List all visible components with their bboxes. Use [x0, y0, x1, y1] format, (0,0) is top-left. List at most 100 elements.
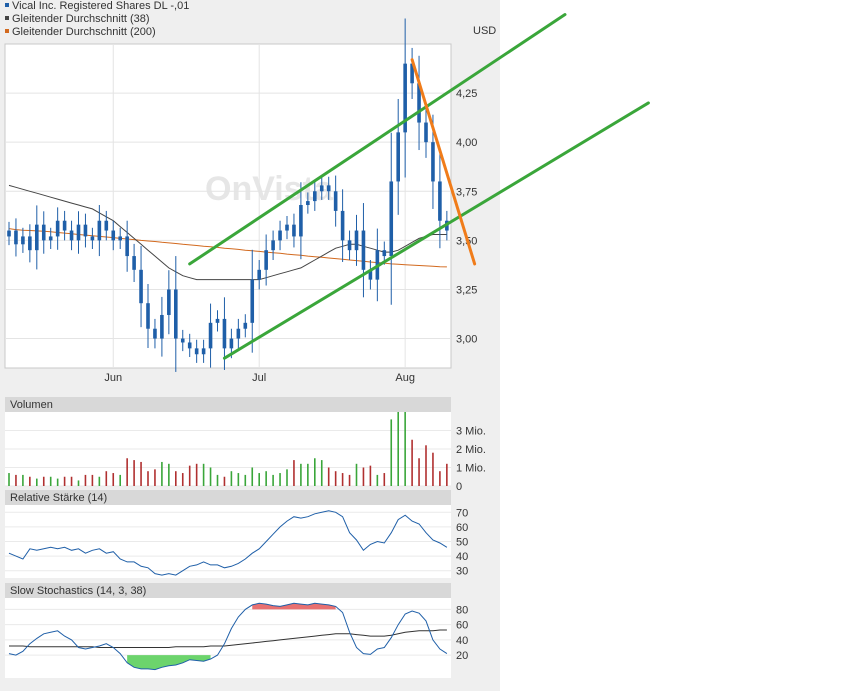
candle-body: [55, 220, 60, 237]
volume-bar: [307, 463, 309, 486]
volume-bar: [15, 474, 17, 486]
candle-body: [153, 328, 157, 339]
volume-bar: [383, 473, 386, 486]
candle-body: [174, 289, 178, 339]
volume-bar: [42, 476, 45, 486]
price-x-tick: Jul: [252, 372, 266, 384]
volume-y-tick: 2 Mio.: [456, 444, 486, 456]
volume-bar: [36, 478, 38, 486]
volume-bar: [22, 474, 24, 486]
candle-body: [396, 132, 400, 182]
candle-body: [326, 185, 331, 192]
candle-body: [62, 220, 67, 231]
stoch-y-tick: 20: [456, 650, 468, 662]
candle-body: [90, 236, 95, 241]
volume-bar: [293, 460, 295, 486]
candle-body: [48, 236, 53, 241]
volume-bar: [70, 476, 73, 486]
volume-bar: [98, 476, 101, 486]
candle-body: [361, 230, 366, 270]
rsi-title: Relative Stärke (14): [10, 492, 107, 504]
volume-bar: [126, 458, 128, 486]
volume-title: Volumen: [10, 399, 53, 411]
candle-body: [125, 236, 129, 257]
volume-y-ticks: 3 Mio. 2 Mio. 1 Mio. 0: [456, 426, 486, 494]
candle-body: [347, 240, 352, 251]
stoch-y-tick: 80: [456, 604, 468, 616]
candle-body: [222, 318, 227, 349]
candle-body: [292, 224, 296, 237]
volume-bar: [195, 463, 198, 486]
volume-bar: [181, 473, 184, 486]
candle-body: [69, 230, 74, 241]
candle-body: [187, 342, 192, 349]
volume-bar: [216, 474, 219, 486]
volume-bar: [439, 471, 441, 486]
candle-body: [250, 279, 255, 323]
currency-label: USD: [473, 25, 496, 37]
candle-body: [201, 348, 206, 355]
price-y-tick: 3,25: [456, 284, 477, 296]
price-y-tick: 4,25: [456, 88, 477, 100]
volume-bar: [237, 473, 240, 486]
volume-bar: [397, 412, 399, 486]
legend-swatch-price: [5, 3, 9, 7]
volume-bar: [230, 471, 233, 486]
volume-bar: [175, 471, 177, 486]
volume-bar: [418, 458, 420, 486]
candle-body: [229, 338, 234, 349]
volume-bar: [279, 473, 281, 486]
candle-body: [7, 230, 11, 237]
volume-bar: [355, 463, 358, 486]
rsi-y-tick: 60: [456, 522, 468, 534]
volume-bar: [119, 474, 121, 486]
chart-stage: Vical Inc. Registered Shares DL -,01 Gle…: [0, 0, 850, 691]
legend-label-ma200: Gleitender Durchschnitt (200): [12, 26, 156, 38]
candle-body: [167, 289, 171, 315]
candle-body: [340, 210, 345, 241]
volume-bar: [334, 471, 337, 486]
candle-body: [431, 142, 435, 182]
volume-bar: [327, 467, 330, 486]
volume-bar: [425, 445, 427, 486]
candle-body: [278, 230, 282, 241]
candle-body: [28, 236, 32, 251]
candle-body: [14, 230, 18, 245]
rsi-y-tick: 30: [456, 566, 468, 578]
volume-bar: [432, 452, 434, 486]
candle-body: [97, 220, 102, 241]
volume-bar: [286, 469, 288, 486]
volume-bar: [272, 474, 274, 486]
candle-body: [243, 322, 248, 329]
candle-body: [208, 322, 213, 349]
candle-body: [21, 236, 25, 245]
candle-body: [146, 303, 150, 329]
candle-body: [139, 269, 143, 304]
candle-body: [424, 122, 428, 143]
volume-bar: [223, 476, 226, 486]
volume-bar: [105, 471, 108, 486]
candle-body: [389, 181, 394, 257]
candle-body: [271, 240, 275, 251]
rsi-y-tick: 70: [456, 507, 468, 519]
candle-body: [215, 318, 220, 323]
candle-body: [132, 256, 136, 270]
stoch-title: Slow Stochastics (14, 3, 38): [10, 585, 146, 597]
stoch-y-tick: 40: [456, 635, 468, 647]
candle-body: [306, 201, 310, 206]
volume-bar: [8, 473, 10, 486]
volume-bar: [112, 473, 115, 486]
candle-body: [299, 205, 303, 237]
volume-bar: [168, 463, 170, 486]
volume-bar: [91, 474, 94, 486]
volume-bar: [161, 461, 163, 486]
rsi-y-ticks: 70 60 50 40 30: [456, 507, 468, 577]
candle-body: [319, 185, 324, 192]
volume-bar: [265, 471, 267, 486]
legend-swatch-ma200: [5, 29, 9, 33]
volume-y-tick: 3 Mio.: [456, 426, 486, 438]
candle-body: [354, 230, 359, 251]
candle-body: [160, 314, 164, 339]
stoch-y-tick: 60: [456, 620, 468, 632]
volume-bar: [404, 412, 406, 486]
